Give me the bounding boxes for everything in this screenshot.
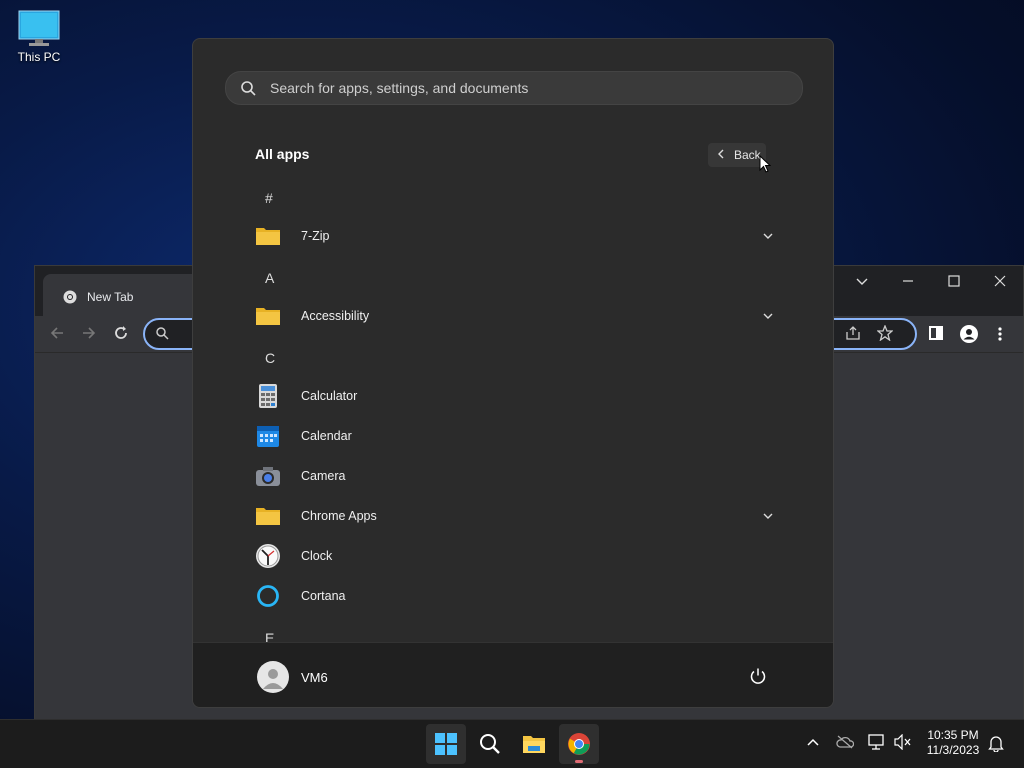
all-apps-heading: All apps	[255, 146, 310, 162]
group-letter[interactable]: #	[265, 190, 273, 206]
tab-title: New Tab	[87, 290, 134, 304]
search-icon	[155, 326, 169, 345]
app-name: Clock	[301, 549, 333, 563]
side-panel-icon[interactable]	[929, 326, 943, 345]
group-letter[interactable]: A	[265, 270, 274, 286]
taskbar-search-button[interactable]	[470, 724, 510, 764]
clock-time: 10:35 PM	[927, 728, 979, 742]
onedrive-cloud-icon[interactable]	[836, 735, 855, 754]
camera-icon	[255, 463, 281, 489]
chevron-down-icon[interactable]	[761, 509, 775, 523]
app-item-7-zip[interactable]: 7-Zip	[255, 219, 775, 255]
search-icon	[240, 80, 256, 101]
app-name: Accessibility	[301, 309, 370, 323]
folder-icon	[255, 503, 281, 529]
app-item-accessibility[interactable]: Accessibility	[255, 299, 775, 335]
group-letter[interactable]: C	[265, 350, 275, 366]
profile-icon[interactable]	[959, 324, 979, 349]
taskbar: 10:35 PM 11/3/2023	[0, 719, 1024, 768]
clock-date-text: 11/3/2023	[926, 743, 980, 757]
file-explorer-button[interactable]	[514, 724, 554, 764]
app-item-calculator[interactable]: Calculator	[255, 379, 775, 415]
tab-search-chevron-icon[interactable]	[855, 274, 869, 291]
search-icon	[480, 734, 500, 754]
network-icon[interactable]	[868, 734, 886, 755]
calculator-icon	[255, 383, 281, 409]
power-icon[interactable]	[749, 667, 767, 690]
start-footer: VM6	[193, 642, 833, 707]
folder-icon	[255, 303, 281, 329]
start-search-input[interactable]: Search for apps, settings, and documents	[225, 71, 803, 105]
cortana-icon	[255, 583, 281, 609]
app-name: Calculator	[301, 389, 358, 403]
volume-muted-icon[interactable]	[894, 733, 912, 755]
chrome-icon	[568, 733, 590, 755]
app-name: Cortana	[301, 589, 346, 603]
chevron-up-icon[interactable]	[806, 736, 820, 755]
kebab-menu-icon[interactable]	[997, 326, 1003, 347]
windows-logo-icon	[435, 733, 457, 755]
calendar-icon	[255, 423, 281, 449]
maximize-icon[interactable]	[947, 274, 961, 291]
app-name: Calendar	[301, 429, 352, 443]
this-pc-desktop-icon[interactable]: This PC	[12, 10, 66, 64]
back-button[interactable]: Back	[708, 143, 766, 167]
app-item-chrome-apps[interactable]: Chrome Apps	[255, 499, 775, 535]
app-item-calendar[interactable]: Calendar	[255, 419, 775, 455]
minimize-icon[interactable]	[901, 274, 915, 291]
chrome-taskbar-button[interactable]	[559, 724, 599, 764]
start-menu: Search for apps, settings, and documents…	[192, 38, 834, 708]
app-name: 7-Zip	[301, 229, 330, 243]
chevron-down-icon[interactable]	[761, 229, 775, 243]
clock-date[interactable]: 10:35 PM 11/3/2023	[920, 728, 986, 758]
folder-icon	[255, 223, 281, 249]
forward-arrow-icon[interactable]	[81, 325, 97, 346]
back-arrow-icon[interactable]	[49, 325, 65, 346]
chevron-left-icon	[716, 148, 726, 163]
monitor-icon	[18, 10, 60, 46]
file-explorer-icon	[523, 736, 545, 753]
mouse-cursor-icon	[759, 155, 771, 173]
this-pc-label: This PC	[17, 50, 61, 64]
app-name: Camera	[301, 469, 346, 483]
user-name[interactable]: VM6	[301, 670, 328, 685]
close-icon[interactable]	[993, 274, 1007, 291]
app-name: Chrome Apps	[301, 509, 377, 523]
notification-bell-icon[interactable]	[988, 734, 1004, 757]
avatar[interactable]	[257, 661, 289, 693]
running-indicator	[575, 760, 583, 763]
app-item-camera[interactable]: Camera	[255, 459, 775, 495]
app-item-clock[interactable]: Clock	[255, 539, 775, 575]
search-placeholder: Search for apps, settings, and documents	[270, 80, 529, 96]
chrome-favicon-icon	[63, 290, 77, 309]
start-button[interactable]	[426, 724, 466, 764]
share-icon[interactable]	[845, 326, 861, 345]
app-item-cortana[interactable]: Cortana	[255, 579, 775, 615]
chevron-down-icon[interactable]	[761, 309, 775, 323]
bookmark-star-icon[interactable]	[876, 324, 894, 346]
back-label: Back	[734, 148, 761, 162]
clock-icon	[255, 543, 281, 569]
reload-icon[interactable]	[113, 325, 129, 346]
